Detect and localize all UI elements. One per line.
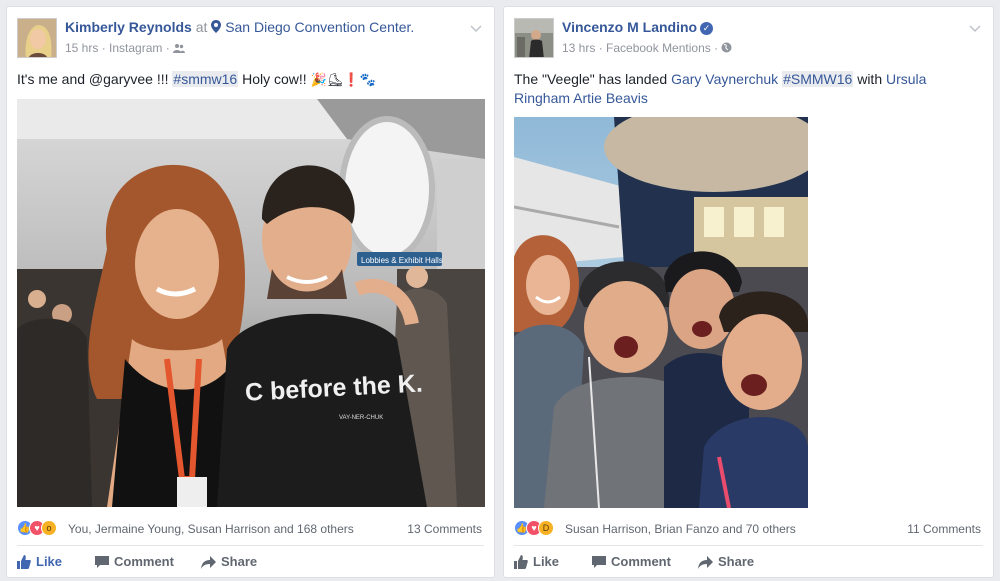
chevron-down-icon[interactable]: [967, 20, 983, 36]
post-text: The "Veegle" has landed Gary Vaynerchuk …: [514, 70, 983, 108]
wow-reaction-icon: o: [41, 520, 57, 536]
post-source[interactable]: Instagram: [109, 41, 162, 55]
share-label: Share: [221, 554, 258, 569]
post-photo[interactable]: Lobbies & Exhibit Halls C before the K. …: [17, 99, 485, 507]
share-icon: [698, 556, 713, 569]
post-card: Kimberly Reynolds at San Diego Conventio…: [6, 6, 495, 578]
post-photo[interactable]: [514, 117, 808, 508]
like-button[interactable]: Like: [514, 554, 559, 572]
comments-count[interactable]: 13 Comments: [407, 522, 482, 536]
divider: [17, 545, 484, 546]
post-header: Vincenzo M Landino ✓ 13 hrs · Facebook Me…: [514, 18, 983, 60]
globe-icon[interactable]: [721, 42, 732, 53]
friends-icon[interactable]: [173, 43, 186, 53]
author-name[interactable]: Kimberly Reynolds: [65, 19, 192, 35]
share-icon: [201, 556, 216, 569]
reactions-bar: 👍 ♥ o You, Jermaine Young, Susan Harrison …: [17, 519, 482, 539]
comment-icon: [95, 556, 109, 568]
location-link[interactable]: San Diego Convention Center.: [225, 19, 414, 35]
comment-label: Comment: [114, 554, 174, 569]
reactions-bar: 👍 ♥ D Susan Harrison, Brian Fanzo and 70 o…: [514, 519, 981, 539]
post-text: It's me and @garyvee !!! #smmw16 Holy co…: [17, 70, 484, 89]
comment-button[interactable]: Comment: [95, 554, 174, 572]
author-name[interactable]: Vincenzo M Landino: [562, 19, 697, 35]
thumbs-up-icon: [17, 555, 31, 569]
reaction-icons[interactable]: 👍 ♥ o: [17, 520, 57, 538]
post-text-with: with: [853, 71, 886, 87]
timestamp[interactable]: 15 hrs: [65, 41, 98, 55]
post-text-body: The "Veegle" has landed: [514, 71, 672, 87]
post-text-body: It's me and @garyvee !!!: [17, 71, 173, 87]
comment-icon: [592, 556, 606, 568]
post-source[interactable]: Facebook Mentions: [606, 41, 711, 55]
hashtag-link[interactable]: #SMMW16: [782, 71, 854, 87]
reaction-names[interactable]: Susan Harrison, Brian Fanzo and 70 other…: [565, 522, 796, 536]
comment-label: Comment: [611, 554, 671, 569]
comments-count[interactable]: 11 Comments: [907, 522, 981, 536]
thumbs-up-icon: [514, 555, 528, 569]
like-button[interactable]: Like: [17, 554, 62, 572]
like-label: Like: [533, 554, 560, 569]
like-label: Like: [36, 554, 63, 569]
post-meta: 13 hrs · Facebook Mentions ·: [562, 41, 732, 55]
share-label: Share: [718, 554, 755, 569]
haha-reaction-icon: D: [538, 520, 554, 536]
chevron-down-icon[interactable]: [468, 20, 484, 36]
photo-sign-text: Lobbies & Exhibit Halls: [361, 256, 443, 265]
post-header: Kimberly Reynolds at San Diego Conventio…: [17, 18, 484, 60]
at-label: at: [195, 19, 208, 35]
share-button[interactable]: Share: [201, 554, 257, 572]
action-bar: Like Comment Share: [17, 552, 484, 574]
mention-link[interactable]: Gary Vaynerchuk: [671, 71, 778, 87]
share-button[interactable]: Share: [698, 554, 754, 572]
post-meta: 15 hrs · Instagram ·: [65, 41, 186, 55]
reaction-names[interactable]: You, Jermaine Young, Susan Harrison and …: [68, 522, 354, 536]
avatar[interactable]: [17, 18, 57, 58]
post-card: Vincenzo M Landino ✓ 13 hrs · Facebook Me…: [503, 6, 994, 578]
comment-button[interactable]: Comment: [592, 554, 671, 572]
post-text-tail: Holy cow!!: [238, 71, 311, 87]
verified-badge-icon: ✓: [700, 22, 714, 35]
author-line: Kimberly Reynolds at San Diego Conventio…: [65, 19, 414, 35]
reaction-icons[interactable]: 👍 ♥ D: [514, 520, 554, 538]
location-pin-icon: [211, 20, 222, 33]
mention-link[interactable]: Artie Beavis: [573, 90, 648, 106]
timestamp[interactable]: 13 hrs: [562, 41, 595, 55]
avatar[interactable]: [514, 18, 554, 58]
divider: [514, 545, 983, 546]
photo-tshirt-subtext: VAY-NER-CHUK: [339, 415, 383, 421]
author-line: Vincenzo M Landino ✓: [562, 19, 714, 35]
action-bar: Like Comment Share: [514, 552, 983, 574]
emoji-group: 🎉⛸❗🐾: [310, 72, 376, 87]
hashtag-link[interactable]: #smmw16: [172, 71, 239, 87]
